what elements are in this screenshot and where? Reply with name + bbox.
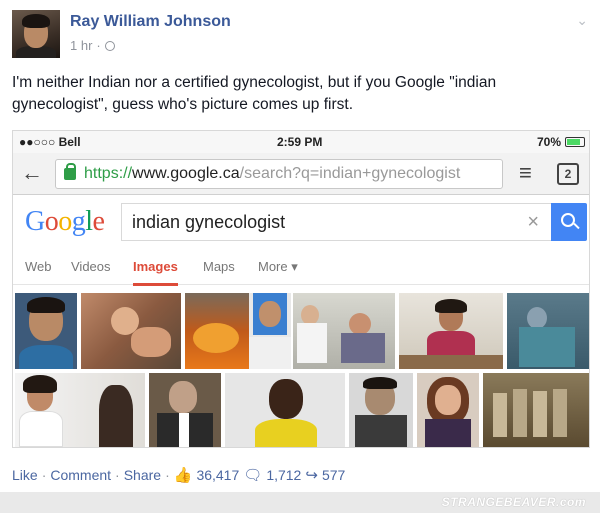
post-header: Ray William Johnson 1 hr · ⌄: [12, 10, 588, 60]
share-icon: ↪: [305, 467, 318, 484]
browser-toolbar: ← https://www.google.ca/search?q=indian+…: [13, 153, 589, 195]
image-result: [293, 293, 395, 369]
search-icon: [551, 203, 587, 241]
google-logo: Google: [25, 206, 105, 237]
post-text: I'm neither Indian nor a certified gynec…: [12, 74, 497, 113]
avatar[interactable]: [12, 10, 60, 58]
image-result: [507, 293, 589, 369]
globe-icon: [104, 40, 115, 51]
tabs-icon: 2: [557, 163, 579, 185]
google-search-row: Google indian gynecologist ×: [13, 195, 589, 247]
image-result: [417, 373, 479, 447]
image-result: [15, 373, 145, 447]
image-result: [225, 373, 345, 447]
like-icon: 👍: [173, 467, 193, 484]
image-result: [81, 293, 181, 369]
tab-videos: Videos: [71, 259, 111, 274]
search-input: indian gynecologist ×: [121, 203, 551, 241]
battery-label: 70%: [536, 135, 561, 149]
share-link[interactable]: Share: [124, 467, 161, 483]
image-result: [483, 373, 589, 447]
post-meta: 1 hr ·: [70, 38, 115, 53]
image-result: [149, 373, 221, 447]
likes-count[interactable]: 36,417: [196, 467, 239, 483]
post-actions: Like · Comment · Share · 👍 36,417 🗨 1,71…: [12, 467, 346, 484]
tab-web: Web: [25, 259, 52, 274]
back-arrow-icon: ←: [21, 160, 43, 185]
like-link[interactable]: Like: [12, 467, 38, 483]
author-name[interactable]: Ray William Johnson: [70, 13, 231, 31]
carrier-label: ●●○○○ Bell: [19, 135, 81, 149]
post-time[interactable]: 1 hr: [70, 38, 92, 53]
comment-link[interactable]: Comment: [50, 467, 111, 483]
menu-icon: ≡: [519, 160, 532, 185]
status-time: 2:59 PM: [277, 135, 323, 149]
watermark: STRANGEBEAVER.com: [441, 495, 586, 509]
url-bar: https://www.google.ca/search?q=indian+gy…: [55, 159, 503, 189]
status-bar: ●●○○○ Bell 2:59 PM 70%: [13, 131, 589, 153]
chevron-down-icon[interactable]: ⌄: [576, 12, 588, 29]
image-result: [349, 373, 413, 447]
watermark-bar: STRANGEBEAVER.com: [0, 492, 600, 513]
embedded-screenshot[interactable]: ●●○○○ Bell 2:59 PM 70% ← https://www.goo…: [12, 130, 590, 448]
image-result: [15, 293, 77, 369]
tab-images: Images: [133, 259, 178, 286]
image-result: [185, 293, 249, 369]
google-tabs: Web Videos Images Maps More ▾: [13, 249, 589, 286]
clear-icon: ×: [527, 211, 539, 233]
tab-more: More ▾: [258, 259, 298, 274]
tab-maps: Maps: [203, 259, 235, 274]
battery-icon: [565, 137, 585, 147]
image-result: [399, 293, 503, 369]
shares-count[interactable]: 577: [322, 467, 345, 483]
comment-icon: 🗨: [243, 467, 263, 484]
image-result: [249, 293, 291, 369]
comments-count[interactable]: 1,712: [266, 467, 301, 483]
lock-icon: [64, 163, 76, 180]
